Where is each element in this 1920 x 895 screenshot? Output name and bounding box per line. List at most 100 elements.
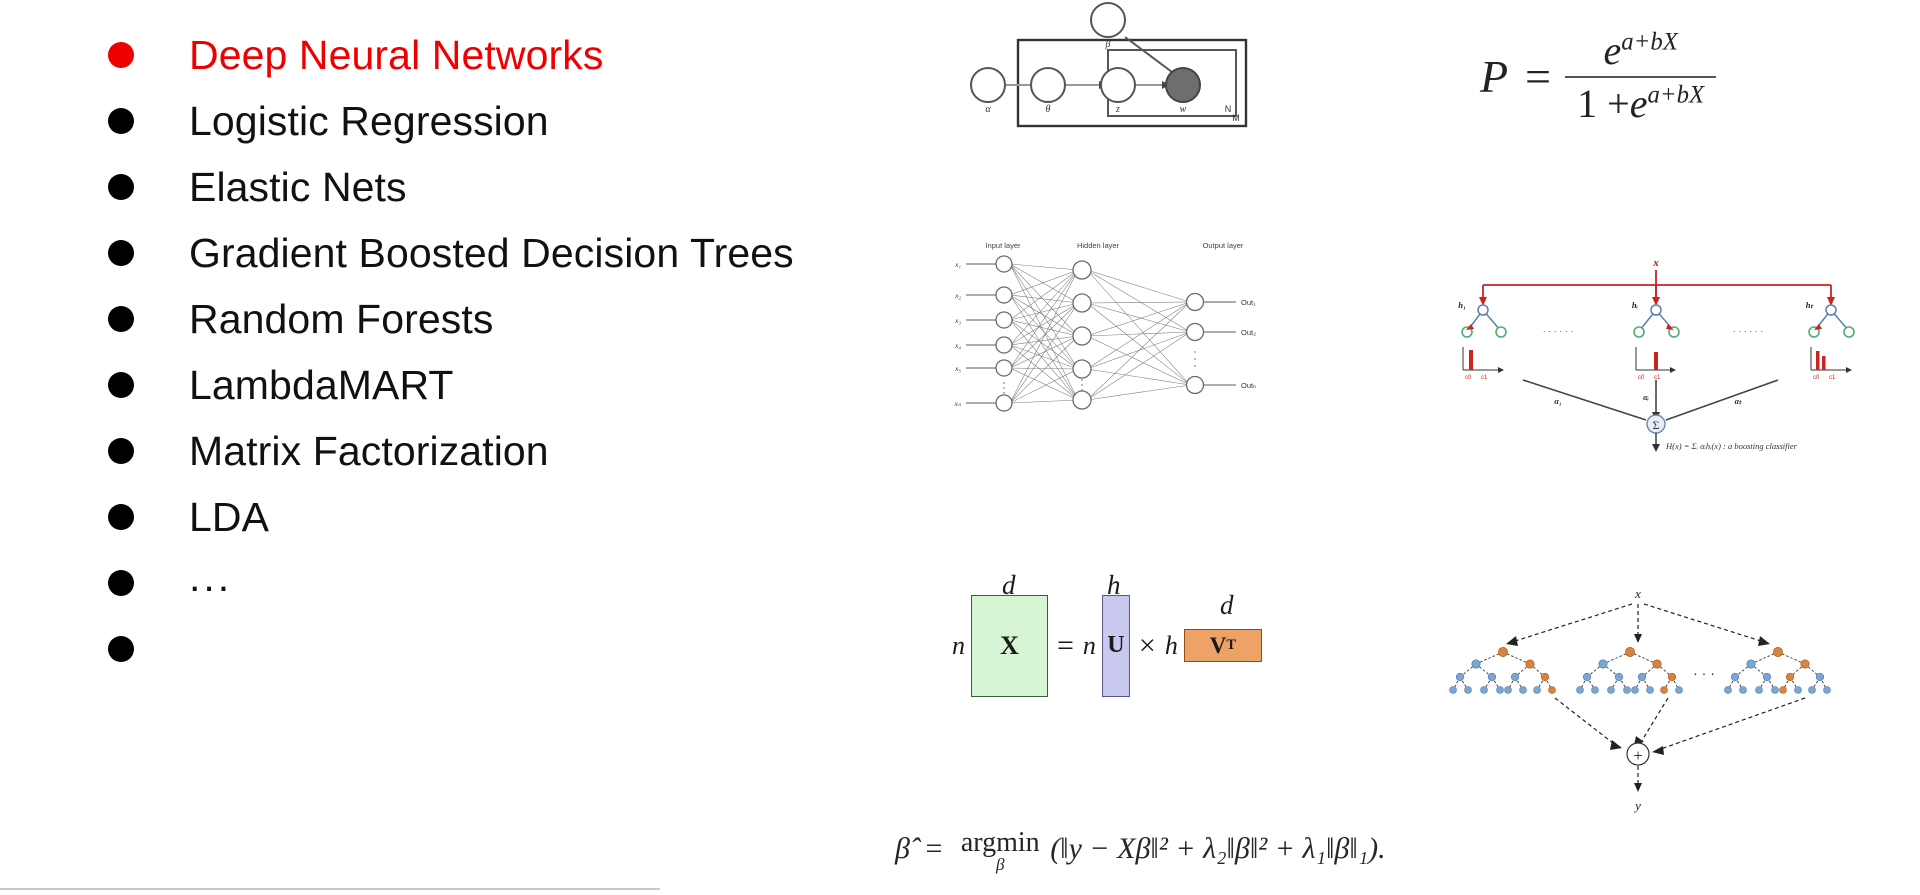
- boost-input-label: x: [1652, 257, 1659, 269]
- list-item-label: Random Forests: [189, 295, 494, 342]
- lda-plate-diagram: α θ z w β N M: [968, 2, 1258, 150]
- rf-output-label: y: [1633, 798, 1641, 813]
- bullet-dot-icon: [108, 108, 134, 134]
- list-item[interactable]: Gradient Boosted Decision Trees: [108, 220, 938, 286]
- mf-dim-label: h: [1107, 570, 1121, 600]
- bullet-dot-icon: [108, 42, 134, 68]
- boost-weight-label: αᵢ: [1643, 393, 1649, 402]
- elastic-net-formula: β̂ = argmin β (‖y − Xβ‖² + λ₂‖β‖² + λ₁‖β…: [895, 827, 1386, 875]
- bullet-dot-icon: [108, 504, 134, 530]
- svg-text:β: β: [1105, 39, 1111, 50]
- mf-dim-label: d: [1220, 590, 1234, 620]
- nn-input-label: xₙ: [954, 399, 962, 408]
- svg-text:α: α: [985, 104, 991, 115]
- boosting-diagram: x h₁ c0 c1 hᵢ c0 c1 hₜ c0 c1 · · · · · ·…: [1448, 252, 1868, 457]
- boost-leaf-axis-label: c0: [1813, 375, 1820, 381]
- neural-network-diagram: Input layer Hidden layer Output layer x₁…: [948, 240, 1338, 420]
- boost-ellipsis: · · · · · ·: [1733, 326, 1764, 336]
- nn-input-label: x₁: [954, 260, 961, 269]
- fraction-numerator: ea+bX: [1603, 27, 1678, 73]
- list-item-label: ...: [189, 553, 233, 600]
- nn-output-label: Outₙ: [1241, 381, 1256, 390]
- nn-layer-label: Hidden layer: [1077, 241, 1120, 250]
- mf-matrix-x: X: [971, 594, 1048, 697]
- argmin-operator: argmin β: [961, 827, 1040, 875]
- mf-row-dim-label: n: [952, 630, 965, 660]
- nn-input-label: x₂: [954, 291, 961, 300]
- formula-lhs: P: [1480, 51, 1509, 102]
- bullet-dot-icon: [108, 570, 134, 596]
- mf-times: ×: [1138, 628, 1156, 662]
- list-item[interactable]: ...: [108, 550, 938, 616]
- boost-leaf-axis-label: c1: [1481, 375, 1488, 381]
- matrix-factorization-diagram: d h d n X = n U × h VT: [952, 570, 1352, 713]
- neural-network-svg: Input layer Hidden layer Output layer x₁…: [954, 241, 1256, 412]
- logistic-regression-formula: P = ea+bX 1 +ea+bX: [1480, 14, 1880, 139]
- mf-row-dim-label: n: [1082, 630, 1096, 660]
- boost-leaf-axis-label: c1: [1654, 375, 1661, 381]
- bullet-dot-icon: [108, 174, 134, 200]
- nn-input-label: x₃: [954, 316, 961, 325]
- svg-text:θ: θ: [1046, 104, 1051, 115]
- list-item[interactable]: Matrix Factorization: [108, 418, 938, 484]
- svg-text:N: N: [1225, 104, 1232, 114]
- bullet-dot-icon: [108, 438, 134, 464]
- list-item[interactable]: Random Forests: [108, 286, 938, 352]
- list-item[interactable]: LDA: [108, 484, 938, 550]
- svg-text:M: M: [1232, 113, 1240, 123]
- rf-input-label: x: [1634, 586, 1641, 601]
- rf-ellipsis: · · ·: [1693, 665, 1715, 681]
- list-item[interactable]: Elastic Nets: [108, 154, 938, 220]
- list-item[interactable]: Deep Neural Networks: [108, 22, 938, 88]
- list-item-label: Gradient Boosted Decision Trees: [189, 229, 794, 276]
- nn-input-label: x₅: [954, 364, 961, 373]
- mf-equals: =: [1057, 628, 1074, 662]
- nn-layer-label: Input layer: [985, 241, 1021, 250]
- bullet-dot-icon: [108, 372, 134, 398]
- mf-dim-label: d: [1002, 570, 1016, 600]
- fraction-denominator: 1 +ea+bX: [1577, 80, 1705, 126]
- nn-output-label: Out₂: [1241, 328, 1256, 337]
- nn-output-label: Out₁: [1241, 298, 1256, 307]
- svg-text:z: z: [1115, 104, 1120, 115]
- bottom-divider: [0, 888, 660, 890]
- boost-weight-label: α₁: [1554, 397, 1561, 406]
- algorithm-bullet-list: Deep Neural Networks Logistic Regression…: [108, 22, 938, 682]
- list-item-label: Elastic Nets: [189, 163, 407, 210]
- lda-plate-svg: α θ z w β N M: [970, 2, 1248, 128]
- boost-caption: H(x) = Σᵢ αᵢhᵢ(x) : a boosting classifie…: [1665, 441, 1798, 451]
- boost-classifier-label: hₜ: [1806, 300, 1814, 310]
- svg-text:w: w: [1180, 104, 1187, 115]
- bullet-dot-icon: [108, 240, 134, 266]
- list-item-label: LambdaMART: [189, 361, 454, 408]
- mf-row-dim-label: h: [1164, 630, 1178, 660]
- formula-equals: =: [1522, 51, 1554, 102]
- random-forest-svg: x · · · + y: [1449, 586, 1831, 813]
- boost-leaf-axis-label: c0: [1638, 375, 1645, 381]
- list-item-label: Matrix Factorization: [189, 427, 549, 474]
- formula-lhs: β̂: [895, 831, 910, 865]
- boost-ellipsis: · · · · · ·: [1543, 326, 1574, 336]
- formula-fraction: ea+bX 1 +ea+bX: [1565, 25, 1717, 129]
- list-item-label: LDA: [189, 493, 270, 540]
- boost-classifier-label: h₁: [1458, 300, 1466, 310]
- bullet-dot-icon: [108, 636, 134, 662]
- rf-combine-symbol: +: [1633, 746, 1643, 765]
- argmin-subscript: β: [996, 855, 1005, 874]
- list-item[interactable]: [108, 616, 938, 682]
- formula-expression: (‖y − Xβ‖² + λ₂‖β‖² + λ₁‖β‖₁).: [1050, 831, 1386, 865]
- nn-input-label: x₄: [954, 341, 961, 350]
- mf-matrix-u: U: [1101, 594, 1130, 697]
- boost-sum-symbol: Σ: [1653, 418, 1660, 432]
- boosting-svg: x h₁ c0 c1 hᵢ c0 c1 hₜ c0 c1 · · · · · ·…: [1458, 257, 1855, 452]
- mf-matrix-v: VT: [1183, 629, 1262, 662]
- formula-equals: =: [925, 831, 943, 865]
- slide-canvas: Deep Neural Networks Logistic Regression…: [0, 0, 1920, 895]
- boost-leaf-axis-label: c0: [1465, 375, 1472, 381]
- list-item[interactable]: LambdaMART: [108, 352, 938, 418]
- list-item[interactable]: Logistic Regression: [108, 88, 938, 154]
- bullet-dot-icon: [108, 306, 134, 332]
- boost-leaf-axis-label: c1: [1829, 375, 1836, 381]
- list-item-label: Logistic Regression: [189, 97, 549, 144]
- boost-weight-label: αₜ: [1735, 397, 1742, 406]
